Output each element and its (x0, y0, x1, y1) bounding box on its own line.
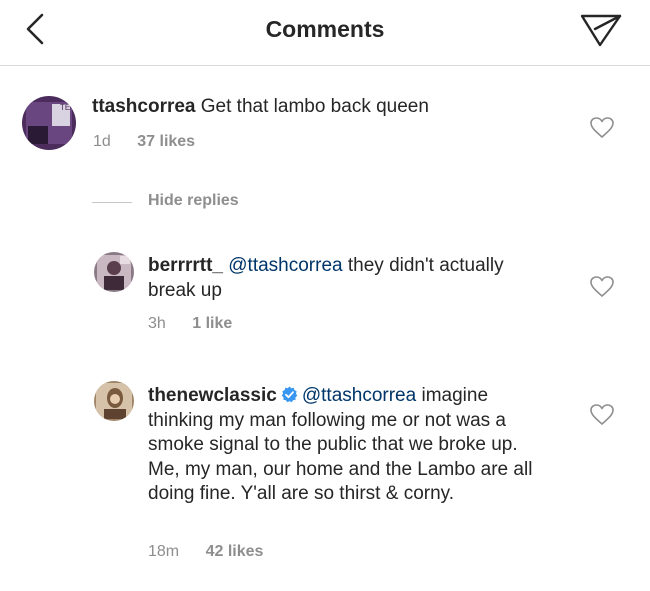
reply-text: thenewclassic @ttashcorrea imagine thinki… (148, 384, 550, 507)
comment-text: ttashcorrea Get that lambo back queen (92, 95, 572, 120)
heart-icon[interactable] (590, 404, 614, 426)
reply-username[interactable]: berrrrtt_ (148, 255, 223, 276)
reply-time: 3h (148, 315, 166, 332)
comment-time: 1d (93, 133, 111, 150)
hide-replies-label[interactable]: Hide replies (148, 192, 239, 210)
reply-text: berrrrtt_ @ttashcorrea they didn't actua… (148, 254, 548, 303)
page-title: Comments (265, 16, 385, 42)
header-bar: Comments (0, 0, 650, 66)
reply-mention[interactable]: @ttashcorrea (228, 255, 342, 276)
reply-mention[interactable]: @ttashcorrea (302, 385, 416, 406)
reply-username[interactable]: thenewclassic (148, 385, 277, 406)
heart-icon[interactable] (590, 276, 614, 298)
comment-likes[interactable]: 37 likes (137, 133, 195, 150)
reply-meta: 18m 42 likes (148, 543, 263, 561)
avatar[interactable]: TE (22, 96, 76, 150)
comment-username[interactable]: ttashcorrea (92, 96, 196, 117)
comment-meta: 1d 37 likes (93, 133, 195, 151)
hide-replies-divider (92, 202, 132, 203)
reply-likes[interactable]: 42 likes (206, 543, 264, 560)
svg-text:TE: TE (60, 103, 70, 112)
reply-meta: 3h 1 like (148, 315, 232, 333)
heart-icon[interactable] (590, 117, 614, 139)
paper-plane-icon[interactable] (578, 12, 624, 48)
avatar[interactable] (94, 381, 134, 421)
comment-body: Get that lambo back queen (200, 96, 429, 117)
reply-likes[interactable]: 1 like (192, 315, 232, 332)
verified-badge-icon (281, 386, 298, 403)
avatar[interactable] (94, 252, 134, 292)
reply-time: 18m (148, 543, 180, 560)
